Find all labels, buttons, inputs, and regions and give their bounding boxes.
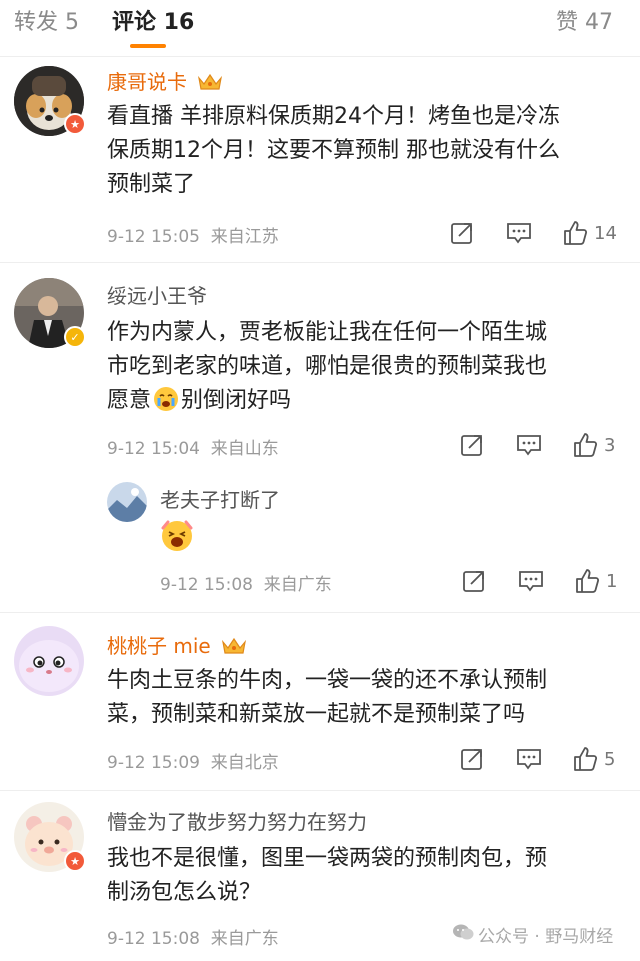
repost-icon[interactable] [460, 432, 484, 458]
thumbs-up-icon [564, 221, 588, 245]
crying-emoji-icon [153, 386, 179, 423]
tab-reposts[interactable]: 转发 5 [14, 4, 79, 36]
reply-icon[interactable] [516, 432, 542, 458]
reply-icon[interactable] [518, 568, 544, 594]
repost-icon[interactable] [462, 568, 486, 594]
tab-likes[interactable]: 赞 47 [556, 4, 613, 36]
like-button[interactable]: 14 [562, 220, 617, 246]
verified-badge-icon: ★ [64, 850, 86, 872]
like-count: 1 [606, 570, 618, 592]
divider [0, 790, 640, 791]
repost-icon[interactable] [460, 746, 484, 772]
like-count: 5 [604, 748, 616, 770]
repost-icon[interactable] [450, 220, 474, 246]
comment-text: 我也不是很懂，图里一袋两袋的预制肉包，预 制汤包怎么说？ [107, 846, 548, 905]
comment-username[interactable]: 绥远小王爷 [107, 280, 207, 309]
reply-username[interactable]: 老夫子打断了 [160, 484, 280, 513]
thumbs-up-icon [576, 569, 600, 593]
reply-avatar[interactable] [107, 482, 147, 522]
vip-crown-icon [197, 72, 223, 97]
wechat-icon [452, 923, 474, 946]
divider [0, 262, 640, 263]
divider [0, 612, 640, 613]
comment-meta: 9-12 15:08 来自广东 [107, 929, 279, 949]
thumbs-up-icon [574, 433, 598, 457]
reply-icon[interactable] [506, 220, 532, 246]
emoji-icon [160, 518, 194, 556]
comment-meta: 9-12 15:09 来自北京 [107, 753, 279, 773]
avatar[interactable] [14, 626, 84, 696]
like-count: 3 [604, 434, 616, 456]
verified-badge-icon: ★ [64, 113, 86, 135]
like-button[interactable]: 5 [572, 746, 615, 772]
like-count: 14 [594, 222, 617, 244]
tab-comments[interactable]: 评论 16 [112, 4, 194, 36]
comment-text: 作为内蒙人，贾老板能让我在任何一个陌生城 市吃到老家的味道，哪怕是很贵的预制菜我… [107, 316, 627, 423]
comment-text: 看直播 羊排原料保质期24个月！烤鱼也是冷冻 保质期12个月！这要不算预制 那也… [107, 104, 560, 197]
reply-meta: 9-12 15:08 来自广东 [160, 575, 332, 595]
like-button[interactable]: 1 [574, 568, 617, 594]
comment-meta: 9-12 15:05 来自江苏 [107, 227, 279, 247]
active-tab-indicator [130, 44, 166, 48]
comment-username[interactable]: 桃桃子 mie [107, 630, 247, 661]
thumbs-up-icon [574, 747, 598, 771]
like-button[interactable]: 3 [572, 432, 615, 458]
verified-badge-icon: ✓ [64, 326, 86, 348]
reply-icon[interactable] [516, 746, 542, 772]
comment-text: 牛肉土豆条的牛肉，一袋一袋的还不承认预制 菜，预制菜和新菜放一起就不是预制菜了吗 [107, 668, 548, 727]
comment-username[interactable]: 康哥说卡 [107, 66, 223, 97]
comment-tabs: 转发 5 评论 16 赞 47 [0, 0, 640, 57]
watermark: 公众号 · 野马财经 [452, 922, 613, 947]
vip-crown-icon [221, 636, 247, 661]
comment-username[interactable]: 懵金为了散步努力努力在努力 [107, 806, 367, 835]
comment-meta: 9-12 15:04 来自山东 [107, 439, 279, 459]
